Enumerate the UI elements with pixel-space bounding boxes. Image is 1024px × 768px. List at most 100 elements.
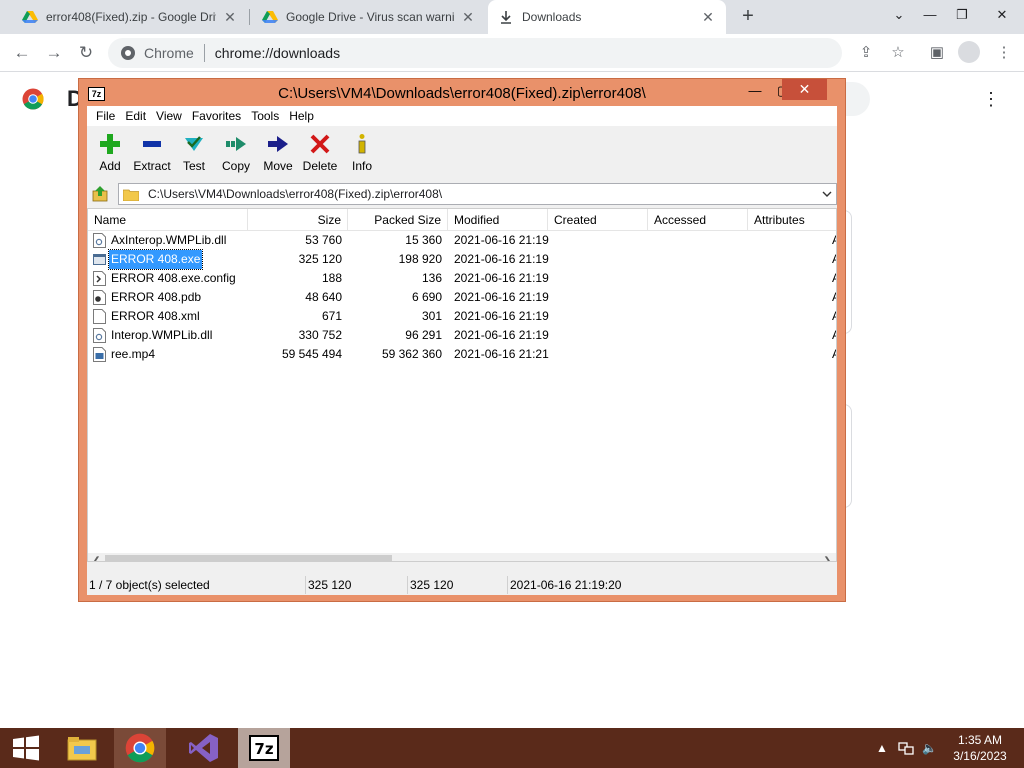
scroll-thumb[interactable] [105,555,392,561]
close-window-icon[interactable]: ✕ [985,0,1019,30]
omnibox[interactable]: Chrome chrome://downloads [108,38,842,68]
downloads-menu-icon[interactable]: ⋮ [982,88,1000,110]
tab-title: Google Drive - Virus scan warning [286,10,454,24]
file-mp4-icon [93,347,106,362]
omnibox-url: chrome://downloads [214,45,341,61]
show-hidden-icons[interactable]: ▲ [876,728,888,768]
file-row[interactable]: ERROR 408.pdb 48 640 6 690 2021-06-16 21:19… [88,288,836,307]
status-bar: 1 / 7 object(s) selected 325 120 325 120… [87,573,837,595]
windows-logo-icon [13,735,39,761]
taskbar-chrome[interactable] [114,728,166,768]
taskbar-visual-studio[interactable] [178,728,230,768]
new-tab-icon[interactable]: + [736,4,760,28]
menu-file[interactable]: File [91,109,120,123]
taskbar-file-explorer[interactable] [56,728,108,768]
network-icon[interactable] [898,728,914,768]
taskbar-clock[interactable]: 1:35 AM 3/16/2023 [944,732,1016,764]
test-button[interactable]: Test [173,127,215,181]
menu-kebab-icon[interactable]: ⋮ [994,43,1014,63]
file-packed-size: 96 291 [405,328,442,342]
move-label: Move [263,159,293,173]
menu-view[interactable]: View [151,109,187,123]
extract-label: Extract [133,159,171,173]
horizontal-scrollbar[interactable]: ❮ ❯ [88,553,836,561]
add-button[interactable]: Add [89,127,131,181]
file-row[interactable]: ERROR 408.xml 671 301 2021-06-16 21:19 A [88,307,836,326]
minimize-icon[interactable]: — [745,81,765,101]
column-created[interactable]: Created [548,209,648,231]
copy-button[interactable]: Copy [215,127,257,181]
column-accessed[interactable]: Accessed [648,209,748,231]
tab-downloads[interactable]: Downloads ✕ [488,0,726,34]
back-icon[interactable]: ← [10,41,34,65]
file-row[interactable]: ERROR 408.exe.config 188 136 2021-06-16 21:… [88,269,836,288]
column-modified[interactable]: Modified [448,209,548,231]
menu-help[interactable]: Help [284,109,319,123]
file-config-icon [93,271,106,286]
share-icon[interactable]: ⇪ [856,43,876,63]
info-button[interactable]: Info [341,127,383,181]
omnibox-site-label: Chrome [144,45,194,61]
tab-virus-scan[interactable]: Google Drive - Virus scan warning ✕ [252,0,486,34]
file-modified: 2021-06-16 21:21 [454,347,549,361]
tab-search-icon[interactable]: ⌄ [882,0,916,30]
profile-avatar[interactable] [958,41,980,63]
file-row[interactable]: Interop.WMPLib.dll 330 752 96 291 2021-06-1… [88,326,836,345]
start-button[interactable] [0,728,52,768]
reload-icon[interactable]: ↻ [74,41,98,65]
sevenzip-window: 7z C:\Users\VM4\Downloads\error408(Fixed… [78,78,846,602]
menu-favorites[interactable]: Favorites [187,109,246,123]
minimize-icon[interactable]: — [913,0,947,30]
taskbar-7zip[interactable]: 7z [238,728,290,768]
file-explorer-icon [67,737,97,761]
file-row[interactable]: ERROR 408.exe 325 120 198 920 2021-06-16 21… [88,249,836,270]
tab-close-icon[interactable]: ✕ [222,9,238,26]
chrome-icon [125,733,155,763]
file-dll-icon [93,233,106,248]
tab-google-drive-zip[interactable]: error408(Fixed).zip - Google Drive ✕ [12,0,248,34]
file-modified: 2021-06-16 21:19 [454,252,549,266]
move-button[interactable]: Move [257,127,299,181]
close-icon[interactable]: ✕ [782,79,827,100]
menu-edit[interactable]: Edit [120,109,151,123]
file-size: 188 [321,271,342,285]
bookmark-star-icon[interactable]: ☆ [888,43,908,63]
file-size: 53 760 [305,233,342,247]
column-packed-size[interactable]: Packed Size [348,209,448,231]
delete-button[interactable]: Delete [299,127,341,181]
side-panel-icon[interactable]: ▣ [927,43,947,63]
extract-button[interactable]: Extract [131,127,173,181]
column-name[interactable]: Name [88,209,248,231]
chevron-down-icon[interactable] [820,187,834,201]
file-name: ERROR 408.pdb [111,290,202,304]
column-size[interactable]: Size [248,209,348,231]
scroll-left-icon[interactable]: ❮ [88,553,105,561]
volume-icon[interactable]: 🔈 [922,728,937,768]
restore-icon[interactable]: ❐ [945,0,979,30]
file-packed-size: 136 [421,271,442,285]
address-path: C:\Users\VM4\Downloads\error408(Fixed).z… [148,187,443,201]
file-row[interactable]: ree.mp4 59 545 494 59 362 360 2021-06-16 21… [88,345,836,364]
file-size: 48 640 [305,290,342,304]
forward-icon[interactable]: → [42,41,66,65]
file-packed-size: 6 690 [411,290,442,304]
file-row[interactable]: AxInterop.WMPLib.dll 53 760 15 360 2021-06-… [88,231,836,250]
status-modified: 2021-06-16 21:19:20 [507,576,667,594]
scroll-right-icon[interactable]: ❯ [819,553,836,561]
chrome-icon [121,46,135,60]
tab-close-icon[interactable]: ✕ [460,9,476,26]
column-attributes[interactable]: Attributes [748,209,836,231]
menu-tools[interactable]: Tools [246,109,284,123]
list-header: Name Size Packed Size Modified Created A… [88,209,836,231]
address-combobox[interactable]: C:\Users\VM4\Downloads\error408(Fixed).z… [118,183,837,205]
file-modified: 2021-06-16 21:19 [454,309,549,323]
file-attributes: A [832,250,836,269]
tab-strip: error408(Fixed).zip - Google Drive ✕ Goo… [0,0,1024,34]
file-name: ERROR 408.xml [111,309,200,323]
up-folder-icon[interactable] [91,185,109,203]
file-name: ERROR 408.exe [107,249,204,270]
toolbar: Add Extract Test Copy Move Delete Info [87,127,837,181]
taskbar: 7z ▲ 🔈 1:35 AM 3/16/2023 [0,728,1024,768]
info-icon [358,134,366,154]
tab-close-icon[interactable]: ✕ [700,9,716,26]
